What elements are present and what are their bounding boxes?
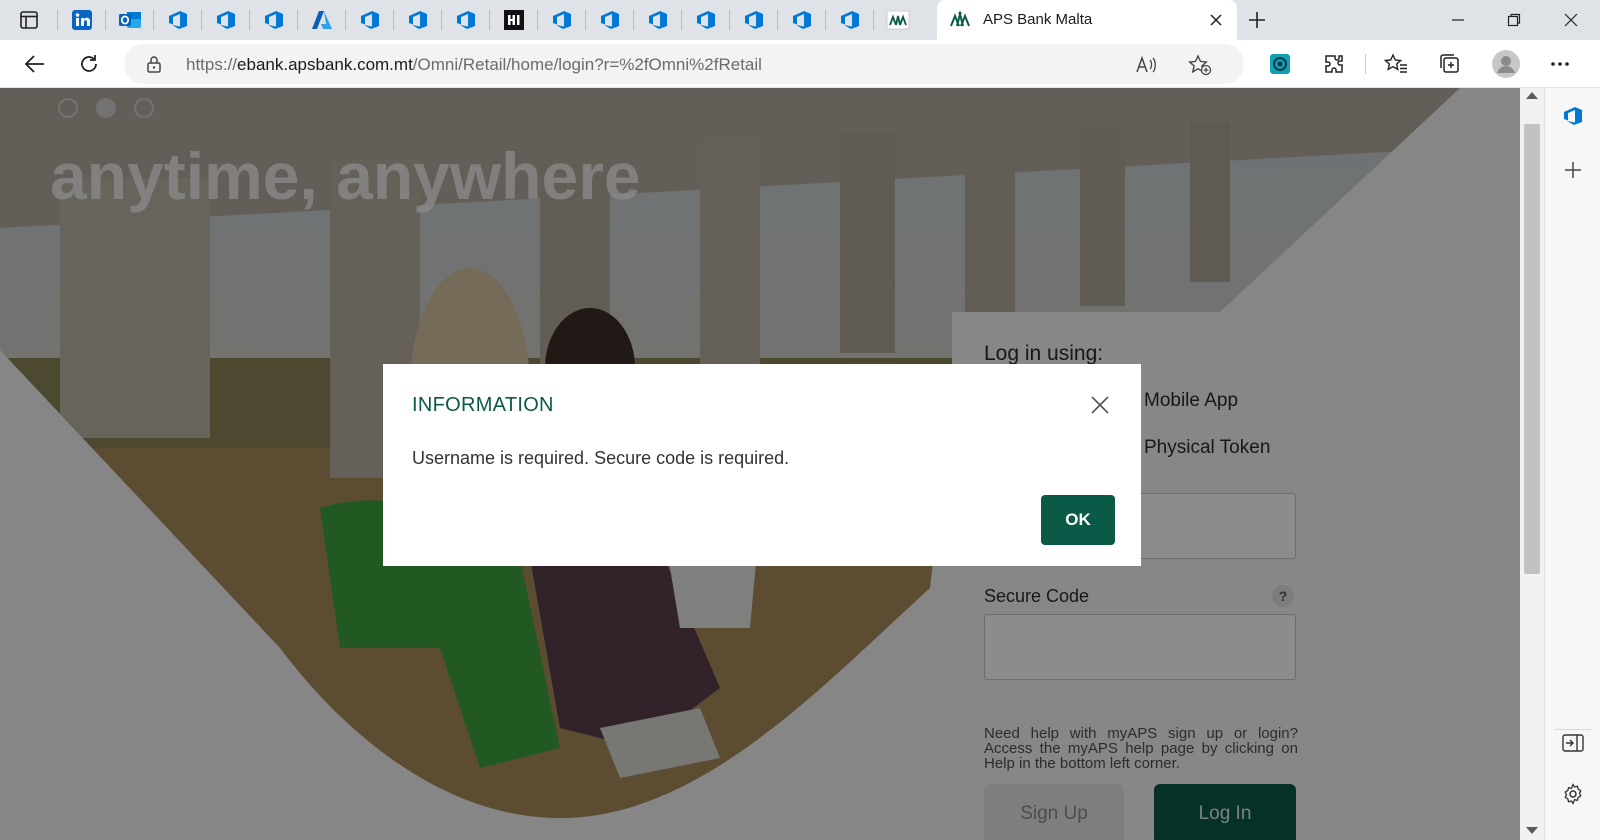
tab-separator [681, 10, 682, 30]
tab-separator [201, 10, 202, 30]
restore-icon[interactable] [1485, 0, 1543, 40]
read-aloud-icon[interactable] [1134, 53, 1158, 77]
refresh-icon[interactable] [75, 50, 103, 78]
tab-separator [441, 10, 442, 30]
extension-app-icon[interactable] [1266, 50, 1294, 78]
scroll-up-arrow-icon[interactable] [1526, 92, 1538, 99]
ok-button[interactable]: OK [1041, 495, 1115, 545]
add-sidebar-app-icon[interactable] [1561, 158, 1585, 182]
aps-bank-icon [949, 10, 971, 30]
add-favorite-icon[interactable] [1188, 53, 1212, 77]
tab-separator [777, 10, 778, 30]
tab-separator [57, 10, 58, 30]
azure-devops-icon[interactable] [454, 8, 478, 32]
tab-separator [825, 10, 826, 30]
azure-devops-icon[interactable] [646, 8, 670, 32]
tab-separator [633, 10, 634, 30]
azure-devops-icon[interactable] [262, 8, 286, 32]
aps-bank-icon[interactable] [886, 8, 910, 32]
dialog-message: Username is required. Secure code is req… [412, 448, 790, 468]
minimize-icon[interactable] [1429, 0, 1487, 40]
azure-devops-icon[interactable] [694, 8, 718, 32]
favorites-icon[interactable] [1382, 50, 1410, 78]
settings-gear-icon[interactable] [1561, 782, 1585, 806]
azure-devops-icon[interactable] [1561, 104, 1585, 128]
azure-devops-icon[interactable] [550, 8, 574, 32]
hide-sidebar-icon[interactable] [1561, 731, 1585, 755]
azure-devops-icon[interactable] [166, 8, 190, 32]
tab-title: APS Bank Malta [983, 11, 1093, 28]
azure-devops-icon[interactable] [214, 8, 238, 32]
sidebar-divider [1555, 729, 1591, 730]
lock-icon[interactable] [146, 55, 162, 78]
tab-separator [537, 10, 538, 30]
outlook-icon[interactable] [118, 8, 142, 32]
browser-tab-strip: APS Bank Malta [0, 0, 1600, 40]
back-icon[interactable] [21, 50, 49, 78]
browser-sidebar [1544, 88, 1600, 840]
webpage: anytime, anywhere Log in using: Mobile A… [0, 88, 1520, 840]
scroll-thumb[interactable] [1524, 124, 1540, 574]
tab-separator [729, 10, 730, 30]
tab-separator [345, 10, 346, 30]
tab-aps-bank[interactable]: APS Bank Malta [937, 0, 1237, 40]
close-window-icon[interactable] [1542, 0, 1600, 40]
tab-separator [105, 10, 106, 30]
scroll-down-arrow-icon[interactable] [1526, 827, 1538, 834]
toolbar-divider [1365, 54, 1366, 74]
page-scrollbar[interactable] [1520, 88, 1544, 840]
tab-separator [393, 10, 394, 30]
azure-devops-icon[interactable] [598, 8, 622, 32]
dialog-title: INFORMATION [412, 394, 554, 416]
tab-separator [249, 10, 250, 30]
close-icon[interactable] [1088, 393, 1112, 417]
azure-devops-icon[interactable] [838, 8, 862, 32]
new-tab-icon[interactable] [1245, 8, 1269, 32]
more-options-icon[interactable] [1546, 50, 1574, 78]
azure-devops-icon[interactable] [406, 8, 430, 32]
address-bar[interactable]: https://ebank.apsbank.com.mt/Omni/Retail… [124, 44, 1244, 84]
url-text[interactable]: https://ebank.apsbank.com.mt/Omni/Retail… [186, 55, 762, 75]
hackernews-icon[interactable] [502, 8, 526, 32]
azure-devops-icon[interactable] [358, 8, 382, 32]
information-dialog: INFORMATION Username is required. Secure… [383, 364, 1141, 566]
linkedin-icon[interactable] [70, 8, 94, 32]
tab-separator [873, 10, 874, 30]
browser-toolbar: https://ebank.apsbank.com.mt/Omni/Retail… [0, 40, 1600, 88]
tab-separator [585, 10, 586, 30]
profile-avatar[interactable] [1490, 48, 1522, 80]
sidebar-toggle-icon[interactable] [17, 8, 41, 32]
close-tab-icon[interactable] [1205, 9, 1227, 31]
azure-devops-icon[interactable] [742, 8, 766, 32]
azure-icon[interactable] [310, 8, 334, 32]
tab-separator [297, 10, 298, 30]
tab-separator [153, 10, 154, 30]
tab-separator [489, 10, 490, 30]
collections-icon[interactable] [1436, 50, 1464, 78]
extensions-icon[interactable] [1320, 50, 1348, 78]
azure-devops-icon[interactable] [790, 8, 814, 32]
